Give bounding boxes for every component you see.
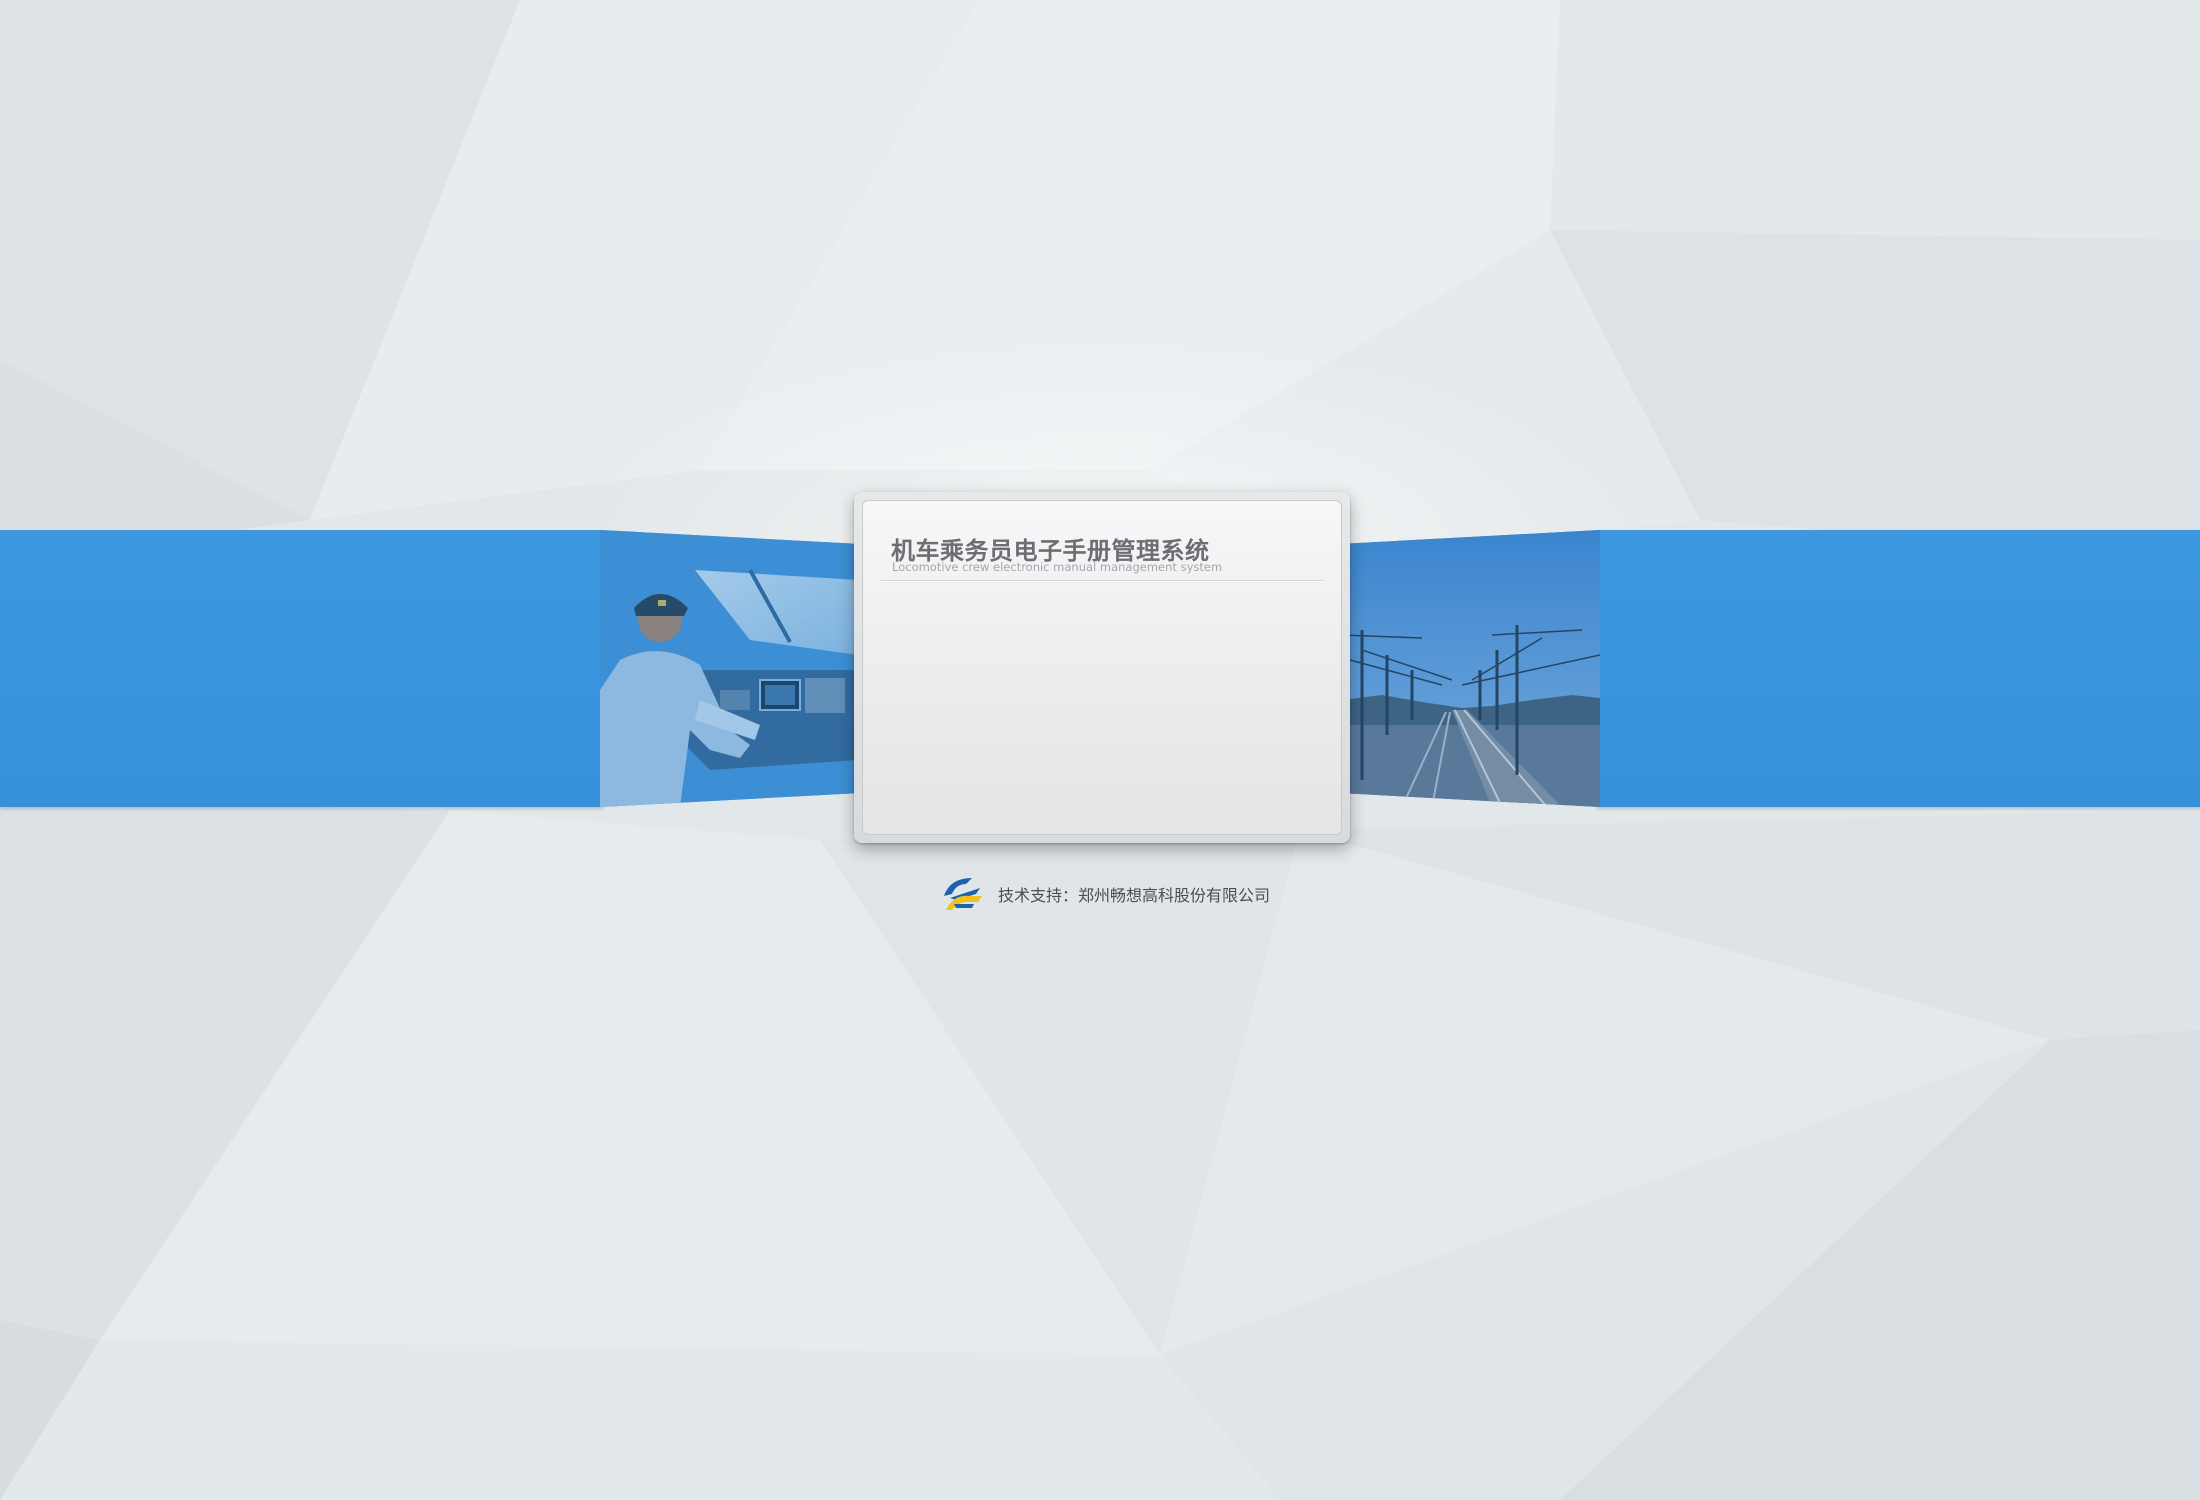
login-card: 机车乘务员电子手册管理系统 Locomotive crew electronic… — [854, 492, 1350, 843]
railway-tracks-catenary-photo — [1342, 530, 1600, 807]
company-logo-icon — [944, 878, 982, 910]
title-divider — [881, 580, 1323, 581]
locomotive-cab-driver-photo — [600, 530, 858, 807]
right-photo — [1342, 530, 1600, 807]
left-photo — [600, 530, 858, 807]
app-subtitle: Locomotive crew electronic manual manage… — [892, 560, 1223, 574]
tech-support-text: 技术支持：郑州畅想高科股份有限公司 — [998, 886, 1271, 905]
login-card-inner: 机车乘务员电子手册管理系统 Locomotive crew electronic… — [862, 500, 1342, 835]
header-band-left — [0, 530, 603, 807]
tech-support: 技术支持：郑州畅想高科股份有限公司 — [940, 874, 1270, 914]
header-band-right — [1597, 530, 2200, 807]
